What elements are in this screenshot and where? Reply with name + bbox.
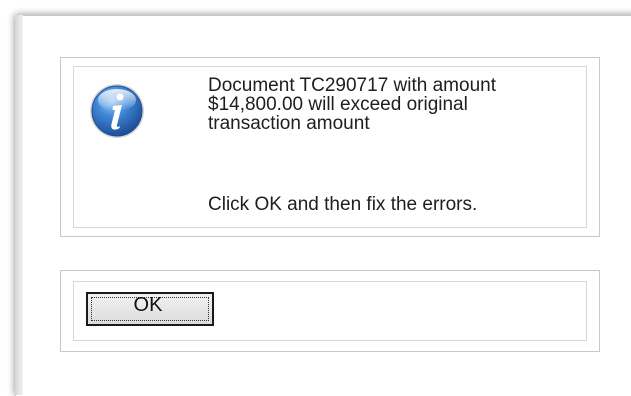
info-icon bbox=[88, 82, 146, 140]
message-line: Document TC290717 with amount bbox=[208, 75, 496, 96]
message-line: $14,800.00 will exceed original bbox=[208, 94, 468, 115]
message-line: transaction amount bbox=[208, 113, 370, 134]
ok-button[interactable]: OK bbox=[86, 292, 214, 326]
instruction-text: Click OK and then fix the errors. bbox=[208, 194, 478, 215]
ok-button-label: OK bbox=[133, 293, 163, 316]
dialog-edge bbox=[15, 15, 23, 395]
message-text: Document TC290717 with amount $14,800.00… bbox=[208, 76, 588, 133]
